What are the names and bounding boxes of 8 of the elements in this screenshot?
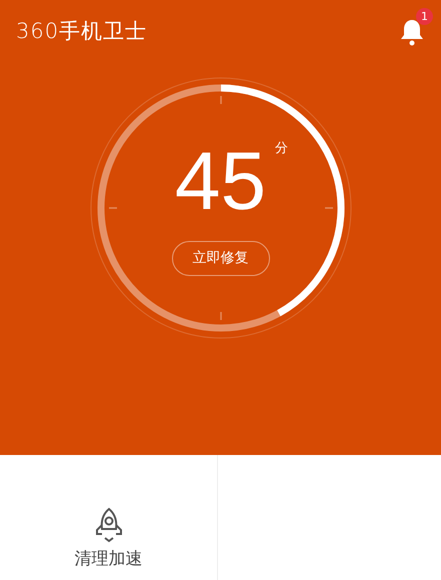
rocket-icon[interactable] [94, 506, 124, 542]
tool-label[interactable]: 清理加速 [74, 546, 142, 572]
score-unit: 分 [275, 140, 288, 158]
notification-bell-icon[interactable] [399, 18, 425, 46]
app-title: 360手机卫士 [16, 18, 148, 46]
notification-badge: 1 [416, 8, 433, 25]
fix-now-button[interactable]: 立即修复 [172, 240, 270, 276]
score-value: 45 [174, 136, 266, 226]
